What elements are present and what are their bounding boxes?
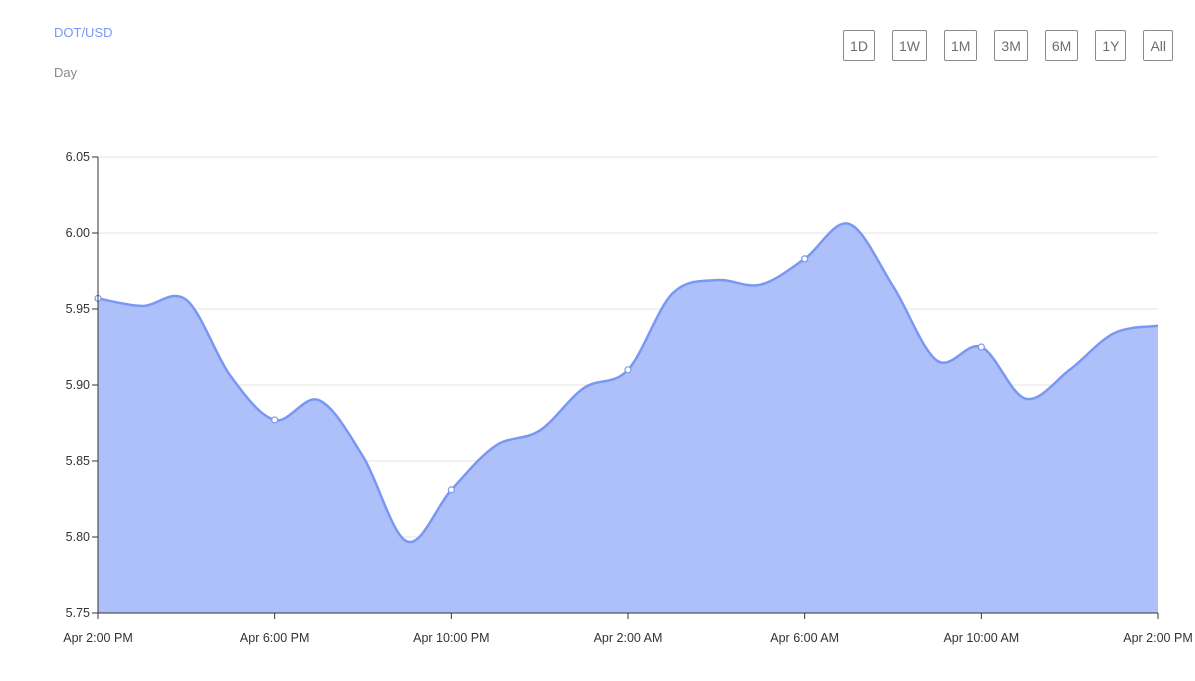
x-tick-label: Apr 2:00 AM [594,631,663,645]
y-tick-label: 5.80 [66,530,90,544]
x-tick-label: Apr 10:00 PM [413,631,489,645]
y-tick-label: 5.90 [66,378,90,392]
x-tick-label: Apr 2:00 PM [63,631,132,645]
y-tick-labels: 5.75 5.80 5.85 5.90 5.95 6.00 6.05 [66,150,90,620]
price-chart: 5.75 5.80 5.85 5.90 5.95 6.00 6.05 Apr 2:00 PM… [63,150,1192,645]
data-point-marker [271,416,279,424]
y-tick-label: 5.75 [66,606,90,620]
y-tick-label: 6.00 [66,226,90,240]
data-point-marker [801,255,809,263]
x-tick-label: Apr 6:00 AM [770,631,839,645]
x-tick-labels: Apr 2:00 PM Apr 6:00 PM Apr 10:00 PM Apr 2:… [63,631,1192,645]
price-area [98,223,1158,613]
y-tick-label: 5.95 [66,302,90,316]
x-tick-label: Apr 6:00 PM [240,631,309,645]
data-point-marker [447,486,455,494]
data-point-marker [624,366,632,374]
x-tick-label: Apr 10:00 AM [943,631,1019,645]
x-tick-label: Apr 2:00 PM [1123,631,1192,645]
y-tick-label: 6.05 [66,150,90,164]
y-tick-label: 5.85 [66,454,90,468]
data-point-marker [977,343,985,351]
